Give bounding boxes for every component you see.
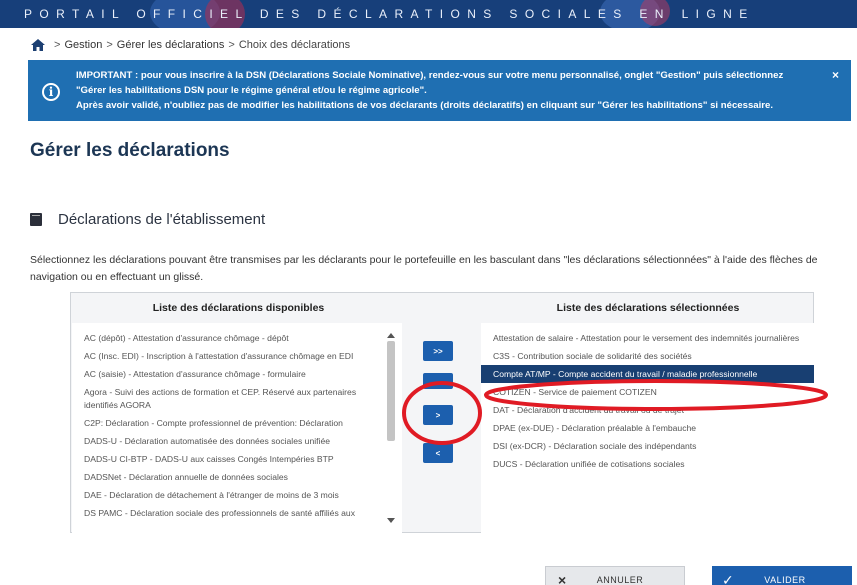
home-icon[interactable] bbox=[30, 38, 46, 52]
breadcrumb-separator: > bbox=[106, 39, 113, 51]
available-item[interactable]: DADS-U - Déclaration automatisée des don… bbox=[72, 432, 402, 450]
available-list-scrollbar[interactable] bbox=[385, 333, 397, 523]
close-icon: × bbox=[558, 572, 567, 585]
breadcrumb-item-gestion[interactable]: Gestion bbox=[64, 39, 102, 51]
selected-item[interactable]: DAT - Déclaration d'accident du travail … bbox=[481, 401, 814, 419]
alert-line: IMPORTANT : pour vous inscrire à la DSN … bbox=[76, 70, 784, 81]
breadcrumb: > Gestion > Gérer les déclarations > Cho… bbox=[30, 37, 350, 53]
available-item[interactable]: DAE - Déclaration de détachement à l'étr… bbox=[72, 486, 402, 504]
breadcrumb-separator: > bbox=[228, 39, 235, 51]
selected-item[interactable]: Attestation de salaire - Attestation pou… bbox=[481, 329, 814, 347]
page: PORTAIL OFFICIEL DES DÉCLARATIONS SOCIAL… bbox=[0, 0, 857, 585]
validate-button-label: VALIDER bbox=[764, 575, 806, 585]
check-icon: ✓ bbox=[722, 571, 735, 585]
scroll-down-icon[interactable] bbox=[387, 518, 395, 523]
breadcrumb-item-current: Choix des déclarations bbox=[238, 39, 351, 51]
available-list-header: Liste des déclarations disponibles bbox=[152, 302, 325, 314]
available-item[interactable]: C2P: Déclaration - Compte professionnel … bbox=[72, 414, 402, 432]
available-item[interactable]: DS PAMC - Déclaration sociale des profes… bbox=[72, 504, 402, 522]
important-alert: i IMPORTANT : pour vous inscrire à la DS… bbox=[28, 60, 851, 121]
available-item[interactable]: AC (dépôt) - Attestation d'assurance chô… bbox=[72, 329, 402, 347]
selected-item[interactable]: DSI (ex-DCR) - Déclaration sociale des i… bbox=[481, 437, 814, 455]
alert-line: "Gérer les habilitations DSN pour le rég… bbox=[76, 85, 427, 96]
cancel-button-label: ANNULER bbox=[596, 575, 644, 585]
move-left-button[interactable]: < bbox=[423, 443, 453, 463]
portal-header: PORTAIL OFFICIEL DES DÉCLARATIONS SOCIAL… bbox=[0, 0, 857, 28]
move-right-button[interactable]: > bbox=[423, 405, 453, 425]
page-title: Gérer les déclarations bbox=[30, 140, 230, 161]
portal-title: PORTAIL OFFICIEL DES DÉCLARATIONS SOCIAL… bbox=[24, 7, 755, 21]
alert-line: Après avoir validé, n'oubliez pas de mod… bbox=[76, 100, 774, 111]
available-item[interactable]: AC (saisie) - Attestation d'assurance ch… bbox=[72, 365, 402, 383]
available-list[interactable]: AC (dépôt) - Attestation d'assurance chô… bbox=[72, 323, 402, 533]
declarations-picker: Liste des déclarations disponibles Liste… bbox=[70, 292, 814, 533]
selected-item[interactable]: COTIZEN - Service de paiement COTIZEN bbox=[481, 383, 814, 401]
selected-list[interactable]: Attestation de salaire - Attestation pou… bbox=[481, 323, 814, 533]
move-button-hidden[interactable] bbox=[423, 373, 453, 389]
book-icon bbox=[30, 213, 42, 226]
scrollbar-thumb[interactable] bbox=[387, 341, 395, 441]
intro-text: Sélectionnez les déclarations pouvant êt… bbox=[30, 254, 818, 283]
selected-item[interactable]: C3S - Contribution sociale de solidarité… bbox=[481, 347, 814, 365]
available-item[interactable]: AC (Insc. EDI) - Inscription à l'attesta… bbox=[72, 347, 402, 365]
available-item[interactable]: DADS-U CI-BTP - DADS-U aux caisses Congé… bbox=[72, 450, 402, 468]
cancel-button[interactable]: × ANNULER bbox=[545, 566, 685, 585]
validate-button[interactable]: ✓ VALIDER bbox=[712, 566, 852, 585]
move-all-right-button[interactable]: >> bbox=[423, 341, 453, 361]
info-icon: i bbox=[42, 83, 60, 101]
breadcrumb-item-gerer-declarations[interactable]: Gérer les déclarations bbox=[117, 39, 225, 51]
selected-item-highlighted[interactable]: Compte AT/MP - Compte accident du travai… bbox=[481, 365, 814, 383]
available-item[interactable]: Agora - Suivi des actions de formation e… bbox=[72, 383, 402, 414]
available-item[interactable]: DADSNet - Déclaration annuelle de donnée… bbox=[72, 468, 402, 486]
selected-list-header: Liste des déclarations sélectionnées bbox=[556, 302, 740, 314]
close-icon[interactable]: × bbox=[832, 68, 839, 82]
scroll-up-icon[interactable] bbox=[387, 333, 395, 338]
selected-item[interactable]: DUCS - Déclaration unifiée de cotisation… bbox=[481, 455, 814, 473]
breadcrumb-separator: > bbox=[54, 39, 61, 51]
section-heading: Déclarations de l'établissement bbox=[30, 211, 265, 228]
section-title: Déclarations de l'établissement bbox=[58, 211, 266, 228]
selected-item[interactable]: DPAE (ex-DUE) - Déclaration préalable à … bbox=[481, 419, 814, 437]
